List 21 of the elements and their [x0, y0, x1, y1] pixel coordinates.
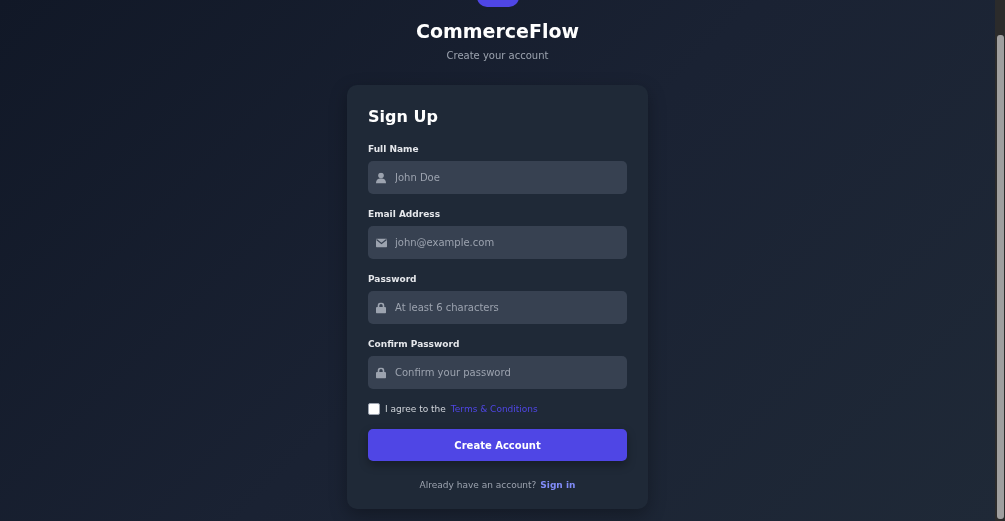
sign-in-link[interactable]: Sign in	[540, 479, 576, 491]
scrollbar[interactable]	[995, 0, 1005, 521]
input-field[interactable]: john@example.com	[368, 226, 627, 259]
app-subtitle: Create your account	[446, 49, 549, 63]
terms-checkbox[interactable]	[368, 403, 380, 415]
input-field[interactable]: John Doe	[368, 161, 627, 194]
lock-icon	[376, 302, 386, 313]
create-account-button[interactable]: Create Account	[368, 429, 627, 461]
input-field[interactable]: At least 6 characters	[368, 291, 627, 324]
terms-text: I agree to the	[385, 403, 446, 415]
signin-prompt: Already have an account?	[419, 479, 537, 491]
lock-icon	[376, 367, 386, 378]
field-label: Password	[368, 273, 418, 285]
form-title: Sign Up	[368, 106, 439, 128]
input-field[interactable]: Confirm your password	[368, 356, 627, 389]
field-label: Full Name	[368, 143, 420, 155]
app-title: CommerceFlow	[415, 19, 580, 43]
field-label: Email Address	[368, 208, 441, 220]
person-icon	[376, 172, 386, 183]
field-label: Confirm Password	[368, 338, 461, 350]
mail-icon	[376, 238, 387, 247]
